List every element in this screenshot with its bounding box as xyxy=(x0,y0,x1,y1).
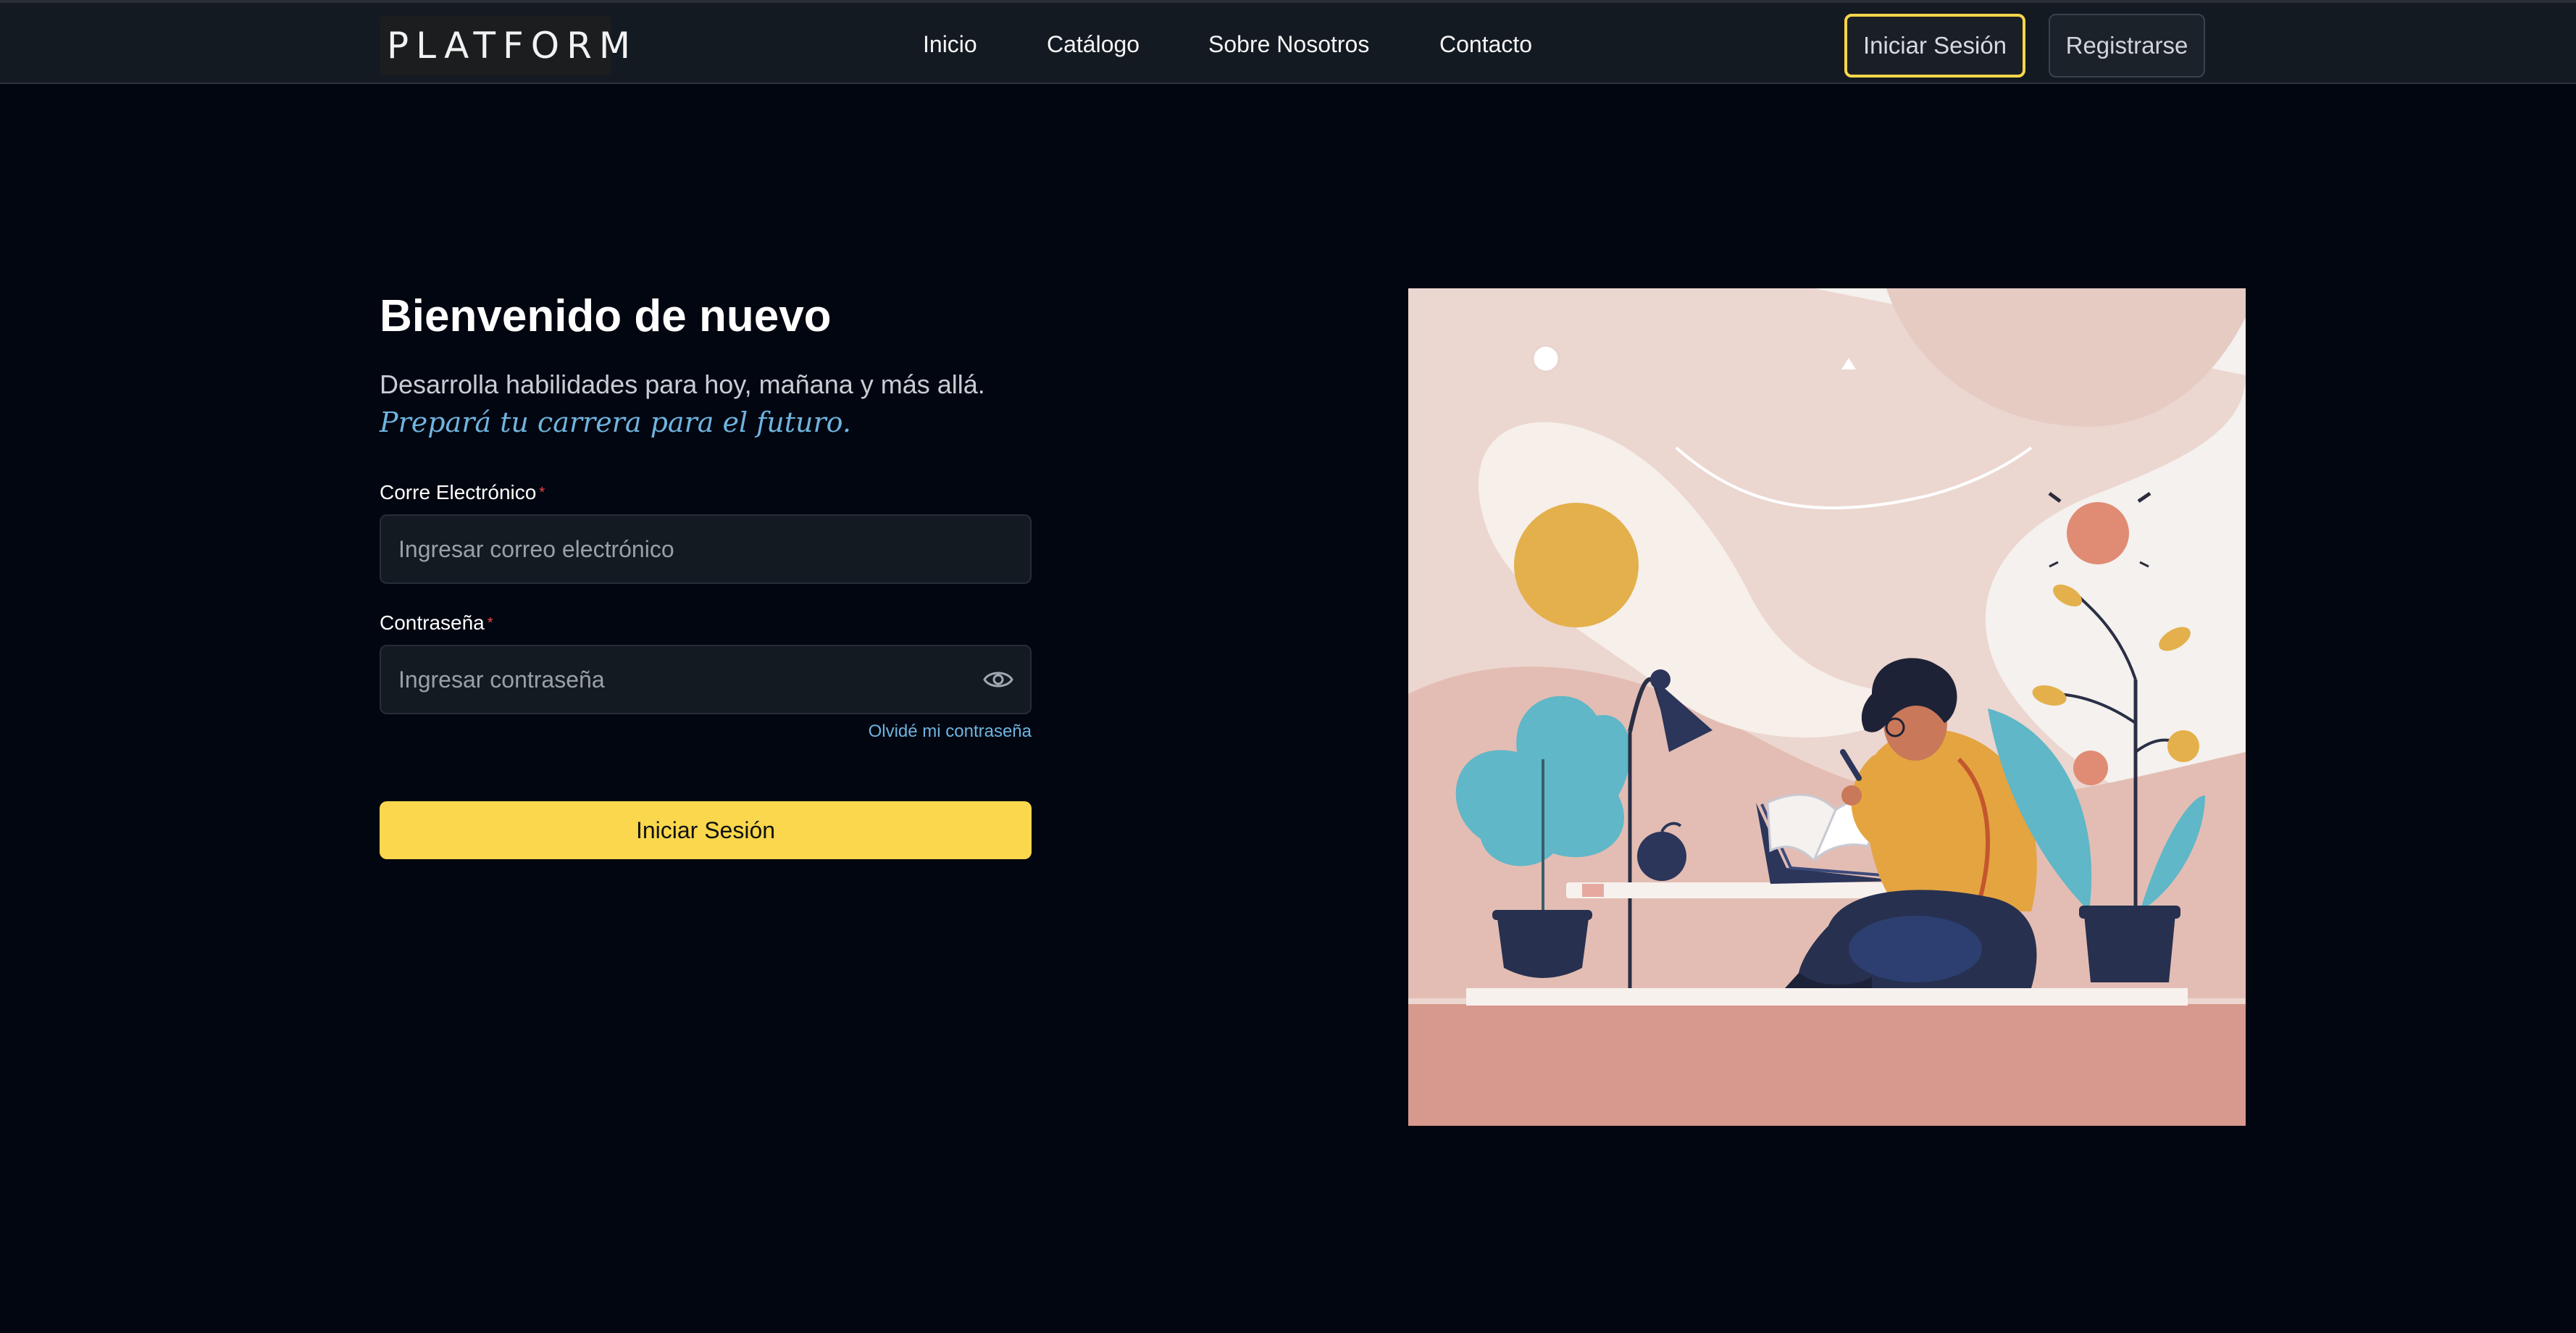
page-tagline: Prepará tu carrera para el futuro. xyxy=(380,406,851,438)
nav-link-inicio[interactable]: Inicio xyxy=(923,25,977,64)
page-title: Bienvenido de nuevo xyxy=(380,291,832,341)
password-field[interactable]: Ingresar contraseña xyxy=(380,645,1032,714)
password-label-text: Contraseña xyxy=(380,611,485,634)
nav-link-catalogo[interactable]: Catálogo xyxy=(1047,25,1139,64)
login-button[interactable]: Iniciar Sesión xyxy=(1844,14,2025,78)
password-placeholder: Ingresar contraseña xyxy=(398,666,605,693)
password-label: Contraseña * xyxy=(380,609,493,638)
email-label-text: Corre Electrónico xyxy=(380,481,537,503)
email-required-mark: * xyxy=(539,485,545,501)
top-navbar: PLATFORM Inicio Catálogo Sobre Nosotros … xyxy=(0,0,2576,84)
email-placeholder: Ingresar correo electrónico xyxy=(398,536,674,562)
register-button[interactable]: Registrarse xyxy=(2049,14,2205,78)
logo[interactable]: PLATFORM xyxy=(380,16,630,75)
forgot-password-link[interactable]: Olvidé mi contraseña xyxy=(814,719,1032,745)
page-subtitle: Desarrolla habilidades para hoy, mañana … xyxy=(380,369,985,399)
password-required-mark: * xyxy=(487,615,493,631)
nav-link-contacto[interactable]: Contacto xyxy=(1439,25,1532,64)
illustration xyxy=(1408,288,2246,1126)
nav-link-sobre-nosotros[interactable]: Sobre Nosotros xyxy=(1208,25,1369,64)
submit-login-button[interactable]: Iniciar Sesión xyxy=(380,801,1032,859)
email-field[interactable]: Ingresar correo electrónico xyxy=(380,514,1032,584)
eye-icon[interactable] xyxy=(982,665,1014,694)
email-label: Corre Electrónico * xyxy=(380,478,545,507)
